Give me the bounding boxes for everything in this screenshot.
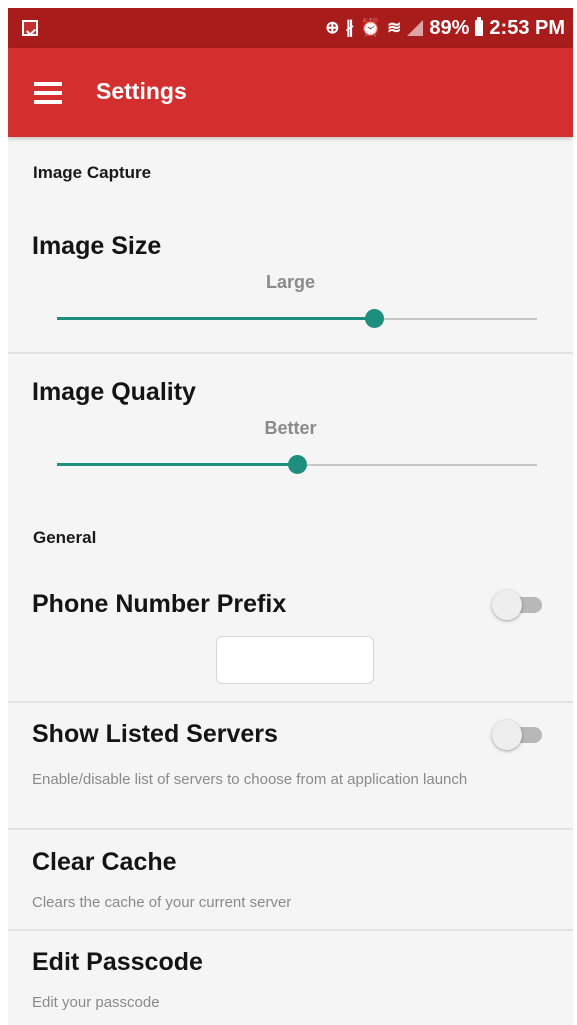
image-size-value: Large	[265, 272, 316, 292]
slider-thumb[interactable]	[365, 309, 384, 328]
page-title: Settings	[96, 78, 187, 104]
phone-number-prefix-title: Phone Number Prefix	[32, 590, 287, 618]
phone-number-prefix-input[interactable]	[216, 636, 374, 684]
image-notification-icon	[22, 20, 38, 36]
edit-passcode-summary: Edit your passcode	[32, 994, 160, 1011]
image-size-title: Image Size	[32, 232, 162, 260]
divider	[8, 828, 573, 830]
image-quality-title: Image Quality	[32, 378, 196, 406]
signal-icon	[407, 20, 424, 36]
divider	[8, 701, 573, 703]
hamburger-menu-icon[interactable]	[34, 82, 62, 104]
image-quality-value: Better	[264, 418, 317, 438]
status-bar: ⊕ ∦ ⏰ ≋ 89% 2:53 PM	[8, 8, 573, 48]
battery-percent: 89%	[429, 16, 470, 39]
slider-fill	[57, 317, 374, 320]
image-size-slider[interactable]	[57, 309, 537, 329]
bluetooth-icon: ∦	[345, 18, 354, 37]
wifi-icon: ≋	[387, 18, 402, 37]
app-toolbar: Settings	[8, 48, 573, 137]
sync-icon: ⊕	[325, 18, 340, 37]
switch-thumb	[492, 720, 522, 750]
image-quality-slider[interactable]	[57, 455, 537, 475]
divider	[8, 929, 573, 931]
status-indicators: ⊕ ∦ ⏰ ≋ 89% 2:53 PM	[325, 8, 565, 48]
edit-passcode-title[interactable]: Edit Passcode	[32, 948, 203, 977]
battery-icon	[475, 17, 484, 36]
section-header-image-capture: Image Capture	[33, 163, 152, 182]
switch-thumb	[492, 590, 522, 620]
phone-number-prefix-switch[interactable]	[492, 590, 544, 620]
settings-screen: ⊕ ∦ ⏰ ≋ 89% 2:53 PM Settings Image Captu…	[8, 8, 573, 1025]
slider-fill	[57, 463, 297, 466]
divider	[8, 352, 573, 354]
alarm-icon: ⏰	[359, 18, 382, 37]
clear-cache-summary: Clears the cache of your current server	[32, 894, 292, 911]
section-header-general: General	[33, 528, 97, 547]
slider-thumb[interactable]	[288, 455, 307, 474]
clear-cache-title[interactable]: Clear Cache	[32, 848, 177, 877]
show-listed-servers-switch[interactable]	[492, 720, 544, 750]
status-time: 2:53 PM	[489, 16, 565, 39]
show-listed-servers-title: Show Listed Servers	[32, 720, 278, 748]
show-listed-servers-summary: Enable/disable list of servers to choose…	[32, 771, 468, 788]
